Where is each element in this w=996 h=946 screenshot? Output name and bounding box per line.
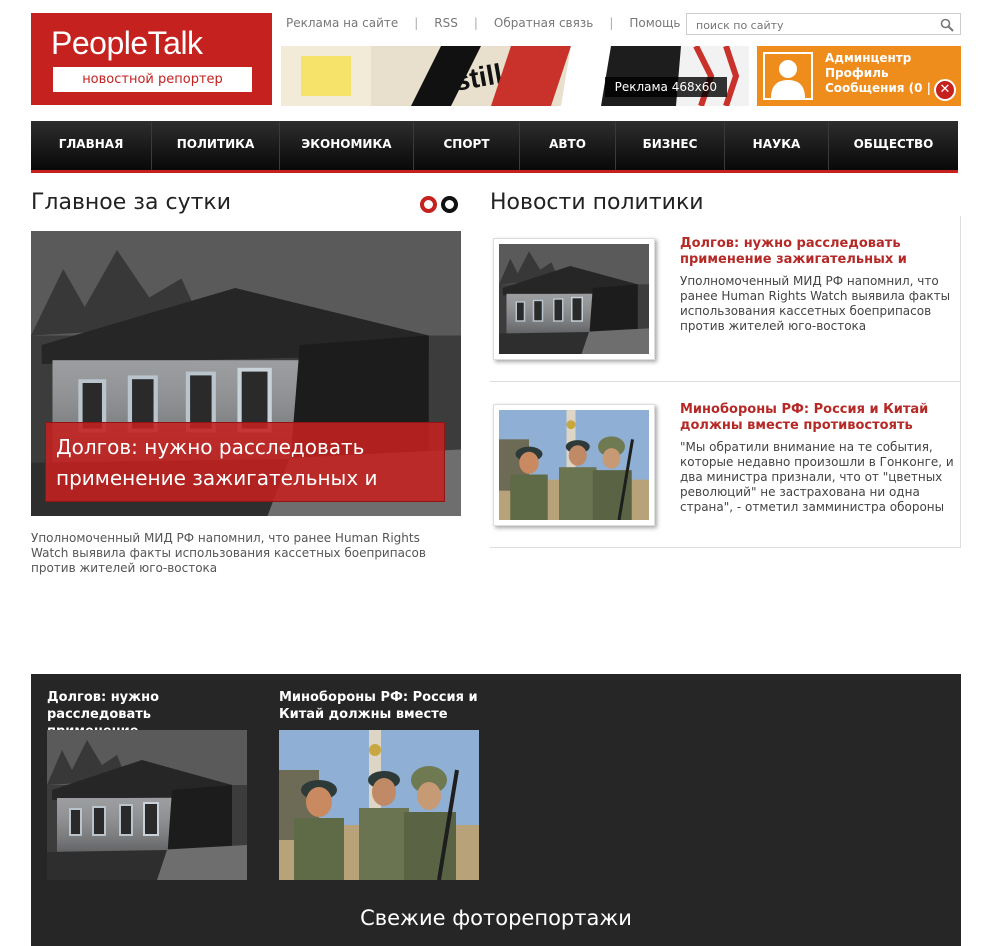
featured-description: Уполномоченный МИД РФ напомнил, что ране… [31,531,426,575]
site-logo[interactable]: PeopleTalk новостной репортер [31,13,272,105]
top-link-rss[interactable]: RSS [434,16,458,30]
avatar[interactable] [763,52,813,100]
user-icon [771,60,805,98]
photo-card-title[interactable]: Минобороны РФ: Россия и Китай должны вме… [279,689,479,723]
news-text: Уполномоченный МИД РФ напомнил, что ране… [680,274,951,333]
separator: | [414,16,419,30]
featured-heading: Главное за сутки [31,190,231,215]
photo [47,730,247,880]
main-nav: ГЛАВНАЯ ПОЛИТИКА ЭКОНОМИКА СПОРТ АВТО БИ… [31,121,958,173]
news-thumbnail[interactable] [493,238,655,360]
photo-reports: Долгов: нужно расследовать применение Ми… [31,674,961,946]
slider-dot[interactable] [441,196,458,213]
search-box [686,13,961,36]
politics-list: Долгов: нужно расследовать применение за… [490,216,961,548]
nav-item-economics[interactable]: ЭКОНОМИКА [280,121,414,170]
nav-item-auto[interactable]: АВТО [520,121,616,170]
top-links: Реклама на сайте | RSS | Обратная связь … [286,16,681,30]
news-text: "Мы обратили внимание на те события, кот… [680,440,954,514]
search-icon[interactable] [940,17,954,36]
politics-heading: Новости политики [490,190,704,215]
nav-item-politics[interactable]: ПОЛИТИКА [152,121,280,170]
nav-item-sport[interactable]: СПОРТ [414,121,520,170]
photo-card-image[interactable] [279,730,479,880]
nav-item-business[interactable]: БИЗНЕС [616,121,725,170]
news-title[interactable]: Долгов: нужно расследовать применение за… [680,236,950,268]
list-item: Долгов: нужно расследовать применение за… [490,216,960,382]
nav-item-main[interactable]: ГЛАВНАЯ [31,121,152,170]
top-link-advertising[interactable]: Реклама на сайте [286,16,398,30]
photo-card[interactable]: Долгов: нужно расследовать применение [47,689,247,880]
photo [279,730,479,880]
slider-dots [420,196,458,213]
admin-center-link[interactable]: Админцентр [825,51,949,66]
separator: | [609,16,614,30]
photo-card-title[interactable]: Долгов: нужно расследовать применение [47,689,247,739]
messages-link[interactable]: Сообщения (0 | 0) [825,81,949,96]
ad-banner[interactable]: still Реклама 468x60 [281,46,749,106]
featured-caption[interactable]: Долгов: нужно расследовать применение за… [45,422,445,502]
logout-icon[interactable]: ✕ [934,79,956,101]
banner-label: Реклама 468x60 [604,77,727,97]
list-item: Минобороны РФ: Россия и Китай должны вме… [490,382,960,548]
slider-dot-active[interactable] [420,196,437,213]
user-links: Админцентр Профиль Сообщения (0 | 0) [825,51,949,96]
user-panel: Админцентр Профиль Сообщения (0 | 0) ✕ [757,46,961,106]
news-title[interactable]: Минобороны РФ: Россия и Китай должны вме… [680,402,950,434]
banner-image: still [281,46,749,106]
thumbnail-photo [499,410,649,520]
top-link-feedback[interactable]: Обратная связь [494,16,593,30]
search-input[interactable] [687,15,927,36]
separator: | [473,16,478,30]
profile-link[interactable]: Профиль [825,66,949,81]
news-thumbnail[interactable] [493,404,655,526]
photo-card-image[interactable] [47,730,247,880]
nav-item-science[interactable]: НАУКА [725,121,829,170]
nav-item-society[interactable]: ОБЩЕСТВО [829,121,958,170]
logo-title: PeopleTalk [51,25,203,61]
top-link-help[interactable]: Помощь [629,16,680,30]
logo-subtitle: новостной репортер [53,67,252,92]
photo-card[interactable]: Минобороны РФ: Россия и Китай должны вме… [279,689,479,880]
thumbnail-photo [499,244,649,354]
photo-reports-heading: Свежие фоторепортажи [360,906,632,930]
